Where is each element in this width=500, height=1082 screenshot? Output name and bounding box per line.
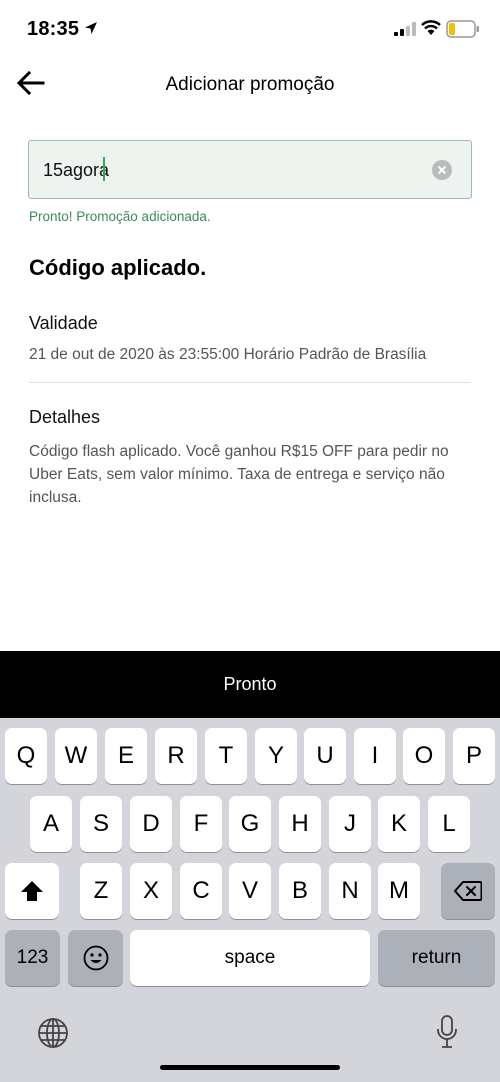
clear-input-button[interactable] [432, 160, 452, 180]
clear-circle-icon [437, 165, 447, 175]
key-o[interactable]: O [403, 728, 445, 784]
dictation-button[interactable] [430, 1012, 464, 1052]
home-indicator [160, 1065, 340, 1070]
status-bar: 18:35 [0, 0, 500, 58]
return-key[interactable]: return [378, 930, 495, 986]
key-g[interactable]: G [229, 796, 271, 852]
shift-key[interactable] [5, 863, 59, 919]
key-m[interactable]: M [378, 863, 420, 919]
done-button[interactable]: Pronto [0, 651, 500, 718]
key-l[interactable]: L [428, 796, 470, 852]
page-title: Adicionar promoção [165, 74, 335, 95]
text-caret [103, 157, 105, 181]
key-a[interactable]: A [30, 796, 72, 852]
key-w[interactable]: W [55, 728, 97, 784]
shift-icon [21, 881, 43, 901]
microphone-icon [437, 1015, 457, 1048]
key-u[interactable]: U [304, 728, 346, 784]
battery-icon [446, 20, 479, 38]
key-c[interactable]: C [180, 863, 222, 919]
key-b[interactable]: B [279, 863, 321, 919]
code-applied-heading: Código aplicado. [29, 255, 207, 280]
key-y[interactable]: Y [255, 728, 297, 784]
success-message: Pronto! Promoção adicionada. [29, 209, 211, 224]
key-t[interactable]: T [205, 728, 247, 784]
divider [29, 382, 471, 383]
key-r[interactable]: R [155, 728, 197, 784]
validity-label: Validade [29, 313, 98, 333]
key-s[interactable]: S [80, 796, 122, 852]
key-i[interactable]: I [354, 728, 396, 784]
done-label: Pronto [223, 674, 277, 694]
key-v[interactable]: V [229, 863, 271, 919]
key-k[interactable]: K [378, 796, 420, 852]
details-text: Código flash aplicado. Você ganhou R$15 … [29, 443, 449, 506]
space-key[interactable]: space [130, 930, 370, 986]
promo-code-input[interactable] [43, 157, 423, 183]
location-arrow-icon [85, 22, 97, 34]
key-d[interactable]: D [130, 796, 172, 852]
status-time: 18:35 [27, 18, 80, 40]
emoji-key[interactable] [68, 930, 123, 986]
key-h[interactable]: H [279, 796, 321, 852]
key-f[interactable]: F [180, 796, 222, 852]
key-x[interactable]: X [130, 863, 172, 919]
key-p[interactable]: P [453, 728, 495, 784]
validity-value: 21 de out de 2020 às 23:55:00 Horário Pa… [29, 346, 427, 363]
emoji-icon [83, 945, 108, 971]
key-e[interactable]: E [105, 728, 147, 784]
numbers-key[interactable]: 123 [5, 930, 60, 986]
cellular-signal-icon [394, 22, 416, 36]
wifi-icon [421, 20, 441, 35]
key-q[interactable]: Q [5, 728, 47, 784]
key-n[interactable]: N [329, 863, 371, 919]
backspace-key[interactable] [441, 863, 495, 919]
promo-code-field[interactable] [28, 140, 472, 199]
backspace-icon [454, 881, 482, 901]
details-label: Detalhes [29, 407, 101, 427]
key-j[interactable]: J [329, 796, 371, 852]
keyboard: Q W E R T Y U I O P A S D F G H J K L Z … [0, 718, 500, 1082]
globe-icon [38, 1018, 68, 1048]
globe-button[interactable] [34, 1014, 72, 1052]
key-z[interactable]: Z [80, 863, 122, 919]
